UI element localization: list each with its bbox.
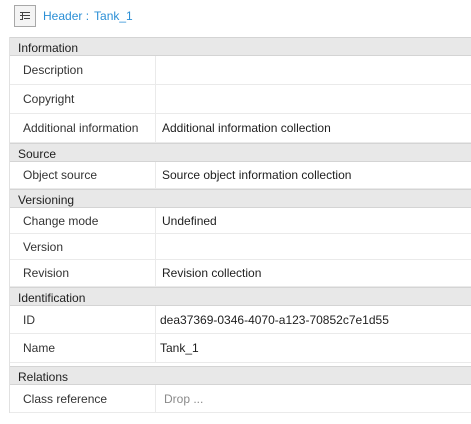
property-label: Change mode xyxy=(23,213,99,228)
drop-placeholder: Drop ... xyxy=(164,392,204,406)
property-value: dea37369-0346-4070-a123-70852c7e1d55 xyxy=(160,313,389,327)
row-id[interactable]: ID dea37369-0346-4070-a123-70852c7e1d55 xyxy=(10,306,471,334)
row-name[interactable]: Name Tank_1 xyxy=(10,334,471,363)
section-title: Information xyxy=(18,41,79,55)
header-object-name: Tank_1 xyxy=(94,9,133,23)
row-revision[interactable]: Revision Revision collection xyxy=(10,260,471,287)
copyright-value[interactable] xyxy=(155,85,471,113)
property-grid: Information Description Copyright Additi… xyxy=(9,37,471,413)
property-label: Description xyxy=(23,63,84,77)
header-properties-icon xyxy=(20,12,30,20)
object-source-value[interactable]: Source object information collection xyxy=(155,162,471,188)
revision-value[interactable]: Revision collection xyxy=(155,260,471,286)
property-label: ID xyxy=(23,312,35,327)
property-label: Version xyxy=(23,239,64,254)
row-description[interactable]: Description xyxy=(10,56,471,85)
section-relations[interactable]: Relations xyxy=(10,366,471,385)
property-value: Tank_1 xyxy=(160,341,199,355)
row-version[interactable]: Version xyxy=(10,234,471,260)
section-versioning[interactable]: Versioning xyxy=(10,189,471,208)
property-label: Revision xyxy=(23,266,70,280)
change-mode-value[interactable]: Undefined xyxy=(155,208,471,233)
row-additional-information[interactable]: Additional information Additional inform… xyxy=(10,114,471,143)
property-label: Additional information xyxy=(23,121,139,135)
section-title: Source xyxy=(18,147,57,161)
property-value: Undefined xyxy=(162,213,217,228)
row-object-source[interactable]: Object source Source object information … xyxy=(10,162,471,189)
row-copyright[interactable]: Copyright xyxy=(10,85,471,114)
section-identification[interactable]: Identification xyxy=(10,287,471,306)
version-value[interactable] xyxy=(155,234,471,259)
header-bar: Header : Tank_1 xyxy=(0,0,471,36)
section-title: Versioning xyxy=(18,193,75,207)
property-value: Revision collection xyxy=(162,266,262,280)
property-label: Copyright xyxy=(23,92,75,106)
description-value[interactable] xyxy=(155,56,471,84)
header-label: Header : xyxy=(43,9,90,23)
section-title: Relations xyxy=(18,370,69,384)
section-title: Identification xyxy=(18,291,86,305)
header-properties-button[interactable] xyxy=(14,5,36,27)
name-value[interactable]: Tank_1 xyxy=(155,334,471,362)
section-information[interactable]: Information xyxy=(10,37,471,56)
property-label: Name xyxy=(23,341,56,355)
property-value: Source object information collection xyxy=(162,168,352,182)
property-label: Object source xyxy=(23,168,98,182)
additional-information-value[interactable]: Additional information collection xyxy=(155,114,471,142)
property-label: Class reference xyxy=(23,391,108,406)
property-value: Additional information collection xyxy=(162,121,331,135)
class-reference-drop-target[interactable]: Drop ... xyxy=(155,385,471,412)
header-title: Header : Tank_1 xyxy=(43,9,133,23)
row-class-reference[interactable]: Class reference Drop ... xyxy=(10,385,471,413)
row-change-mode[interactable]: Change mode Undefined xyxy=(10,208,471,234)
section-source[interactable]: Source xyxy=(10,143,471,162)
id-value[interactable]: dea37369-0346-4070-a123-70852c7e1d55 xyxy=(155,306,471,333)
